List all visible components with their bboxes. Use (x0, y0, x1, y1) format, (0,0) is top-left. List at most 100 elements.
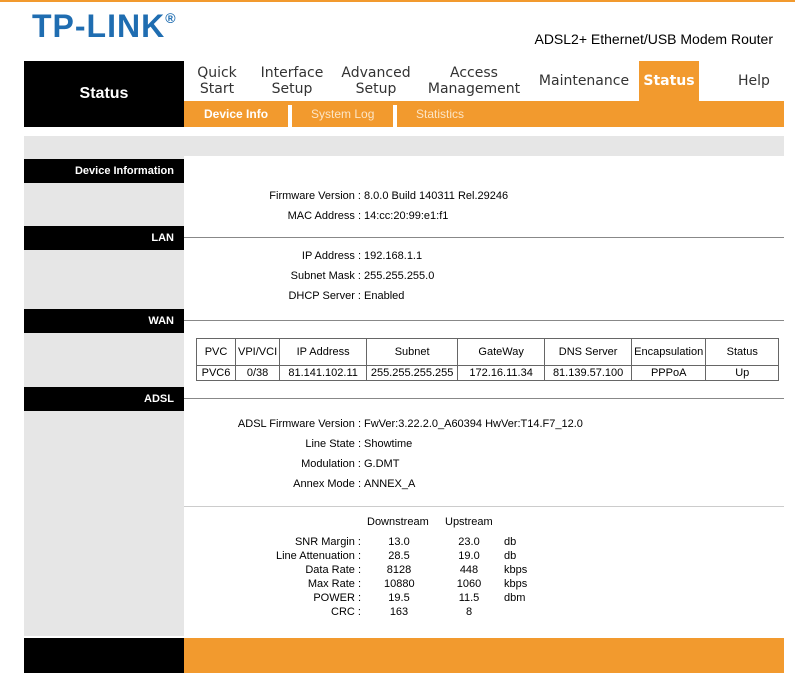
mac-row: MAC Address : 14:cc:20:99:e1:f1 (184, 208, 784, 224)
stats-upstream: 1060 (456, 578, 482, 590)
cell-vpi-vci: 0/38 (234, 365, 281, 381)
lan-mask-label: Subnet Mask : (290, 270, 361, 282)
lan-mask-row: Subnet Mask : 255.255.255.0 (184, 268, 784, 284)
firmware-row: Firmware Version : 8.0.0 Build 140311 Re… (184, 188, 784, 204)
col-gateway: GateWay (457, 338, 546, 366)
subnav-system-log[interactable]: System Log (311, 101, 374, 127)
stats-downstream: 163 (389, 606, 409, 618)
stats-label: POWER : (313, 592, 361, 604)
main-nav: Quick Start Interface Setup Advanced Setup … (184, 61, 784, 101)
cell-subnet: 255.255.255.255 (366, 365, 459, 381)
annex-value: ANNEX_A (364, 478, 416, 490)
cell-dns-server: 81.139.57.100 (544, 365, 633, 381)
line-state-value: Showtime (364, 438, 413, 450)
table-row: PVC6 0/38 81.141.102.11 255.255.255.255 … (196, 365, 780, 381)
nav-status[interactable]: Status (639, 61, 699, 101)
subnav-separator (393, 105, 397, 127)
adsl-divider (184, 506, 784, 507)
stats-head-downstream: Downstream (367, 516, 429, 528)
nav-quick-start[interactable]: Quick Start (184, 61, 250, 101)
lan-mask-value: 255.255.255.0 (364, 270, 435, 282)
mac-value: 14:cc:20:99:e1:f1 (364, 210, 449, 222)
cell-ip-address: 81.141.102.11 (279, 365, 368, 381)
stats-upstream: 11.5 (458, 592, 480, 604)
stats-label: Max Rate : (307, 578, 361, 590)
modulation-label: Modulation : (301, 458, 361, 470)
stats-downstream: 13.0 (388, 536, 410, 548)
modulation-row: Modulation : G.DMT (184, 456, 784, 472)
stats-unit: db (504, 536, 517, 548)
top-accent-line (0, 0, 795, 2)
col-status: Status (705, 338, 780, 366)
sub-nav: Device Info System Log Statistics (184, 101, 784, 127)
col-pvc: PVC (196, 338, 236, 366)
col-vpi-vci: VPI/VCI (234, 338, 281, 366)
stats-row: Max Rate : 10880 1060 kbps (184, 577, 784, 591)
stats-label: Line Attenuation : (275, 550, 361, 562)
nav-help[interactable]: Help (724, 61, 784, 101)
annex-label: Annex Mode : (293, 478, 361, 490)
stats-unit: kbps (504, 564, 528, 576)
stats-unit: db (504, 550, 517, 562)
nav-interface-setup[interactable]: Interface Setup (254, 61, 330, 101)
stats-upstream: 8 (465, 606, 473, 618)
stats-label: CRC : (331, 606, 361, 618)
lan-ip-label: IP Address : (301, 250, 361, 262)
section-divider (184, 237, 784, 238)
nav-access-management[interactable]: Access Management (426, 61, 522, 101)
stats-unit: kbps (504, 578, 528, 590)
gray-band (24, 136, 784, 156)
stats-label: Data Rate : (305, 564, 361, 576)
subnav-statistics[interactable]: Statistics (416, 101, 464, 127)
product-name: ADSL2+ Ethernet/USB Modem Router (534, 31, 773, 47)
adsl-fw-label: ADSL Firmware Version : (237, 418, 361, 430)
nav-maintenance[interactable]: Maintenance (532, 61, 636, 101)
sidebar-title: Status (24, 61, 184, 127)
stats-upstream: 23.0 (458, 536, 480, 548)
wan-table: PVC VPI/VCI IP Address Subnet GateWay DN… (196, 338, 780, 381)
subnav-separator (288, 105, 292, 127)
stats-downstream: 19.5 (388, 592, 410, 604)
lan-dhcp-value: Enabled (364, 290, 405, 302)
firmware-value: 8.0.0 Build 140311 Rel.29246 (364, 190, 509, 202)
cell-status: Up (705, 365, 780, 381)
section-header-device-info: Device Information (24, 159, 184, 183)
col-dns-server: DNS Server (544, 338, 633, 366)
section-header-lan: LAN (24, 226, 184, 250)
col-encapsulation: Encapsulation (631, 338, 707, 366)
stats-row: Line Attenuation : 28.5 19.0 db (184, 549, 784, 563)
mac-label: MAC Address : (287, 210, 361, 222)
col-ip-address: IP Address (279, 338, 368, 366)
tp-link-logo: TP-LINK® (32, 8, 177, 44)
section-header-wan: WAN (24, 309, 184, 333)
stats-unit: dbm (504, 592, 526, 604)
cell-encapsulation: PPPoA (631, 365, 707, 381)
section-header-adsl: ADSL (24, 387, 184, 411)
table-header-row: PVC VPI/VCI IP Address Subnet GateWay DN… (196, 338, 780, 366)
modulation-value: G.DMT (364, 458, 400, 470)
section-divider (184, 398, 784, 399)
adsl-fw-value: FwVer:3.22.2.0_A60394 HwVer:T14.F7_12.0 (364, 418, 583, 430)
stats-upstream: 19.0 (458, 550, 480, 562)
annex-row: Annex Mode : ANNEX_A (184, 476, 784, 492)
subnav-device-info[interactable]: Device Info (204, 101, 268, 127)
section-divider (184, 320, 784, 321)
stats-row: POWER : 19.5 11.5 dbm (184, 591, 784, 605)
stats-row: Data Rate : 8128 448 kbps (184, 563, 784, 577)
line-state-row: Line State : Showtime (184, 436, 784, 452)
stats-downstream: 28.5 (388, 550, 410, 562)
footer-left (24, 638, 184, 673)
firmware-label: Firmware Version : (269, 190, 361, 202)
stats-label: SNR Margin : (294, 536, 361, 548)
lan-dhcp-label: DHCP Server : (288, 290, 361, 302)
stats-downstream: 8128 (386, 564, 412, 576)
footer-bar (184, 638, 784, 673)
cell-pvc: PVC6 (196, 365, 236, 381)
stats-upstream: 448 (459, 564, 479, 576)
col-subnet: Subnet (366, 338, 459, 366)
lan-ip-row: IP Address : 192.168.1.1 (184, 248, 784, 264)
nav-advanced-setup[interactable]: Advanced Setup (336, 61, 416, 101)
lan-ip-value: 192.168.1.1 (364, 250, 423, 262)
stats-downstream: 10880 (384, 578, 415, 590)
stats-row: CRC : 163 8 (184, 605, 784, 619)
